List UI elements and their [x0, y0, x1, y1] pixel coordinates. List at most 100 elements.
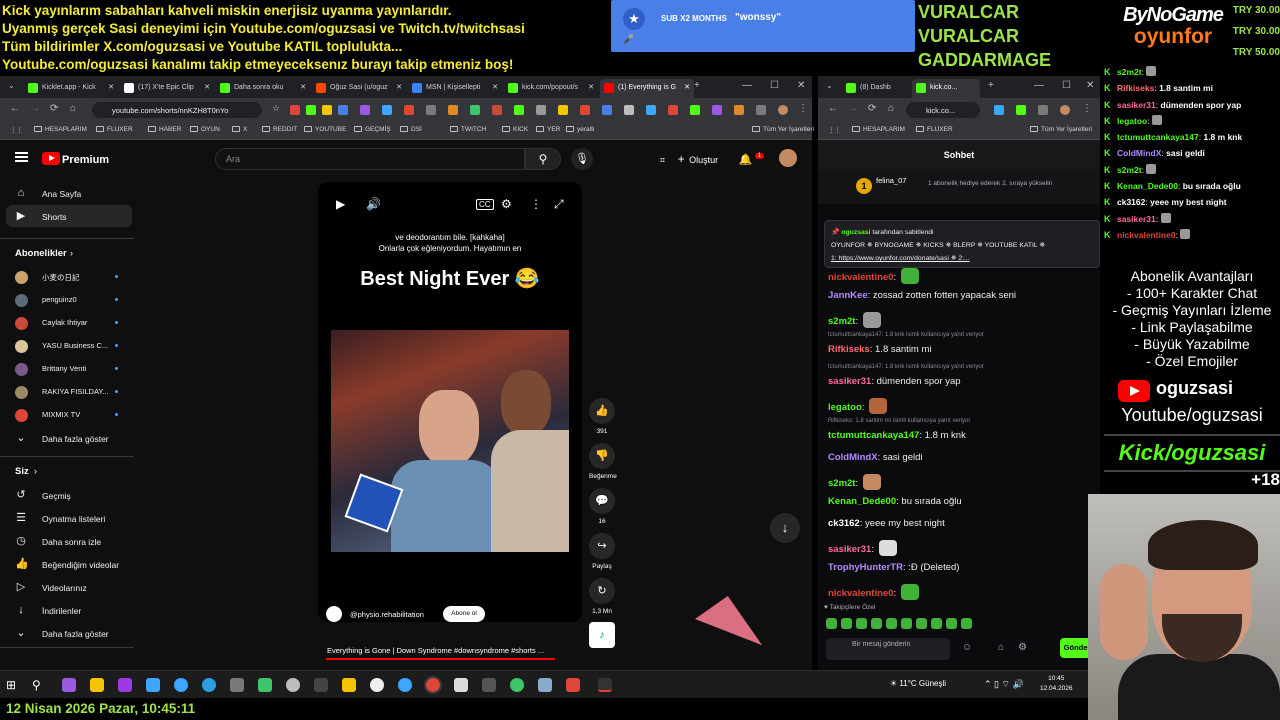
- home-icon[interactable]: ⌂: [70, 103, 76, 114]
- extension-icon[interactable]: [404, 105, 414, 115]
- create-button[interactable]: Oluştur: [689, 155, 718, 165]
- profile-avatar-icon[interactable]: [778, 105, 788, 115]
- extension-icon[interactable]: [734, 105, 744, 115]
- chat-username[interactable]: JannKee: [828, 290, 868, 301]
- app-icon[interactable]: [174, 678, 188, 692]
- like-button[interactable]: 👍 391: [589, 398, 615, 435]
- apps-grid-icon[interactable]: ⋮⋮: [828, 126, 841, 134]
- close-icon[interactable]: ✕: [1086, 80, 1094, 91]
- emote-icon[interactable]: [946, 618, 957, 629]
- tab-close-icon[interactable]: ✕: [492, 83, 498, 91]
- browser-tab[interactable]: Daha sonra oku ✕: [216, 79, 310, 98]
- extension-icon[interactable]: [690, 105, 700, 115]
- next-video-button[interactable]: ↓: [770, 513, 800, 543]
- bookmark-item[interactable]: TWITCH: [450, 126, 486, 133]
- settings-gear-icon[interactable]: ⚙: [501, 197, 512, 211]
- forward-icon[interactable]: →: [30, 103, 40, 114]
- emote-icon[interactable]: [841, 618, 852, 629]
- extension-icon[interactable]: [558, 105, 568, 115]
- plus-icon[interactable]: +: [678, 152, 685, 166]
- maximize-icon[interactable]: ☐: [770, 80, 779, 91]
- app-icon[interactable]: [258, 678, 272, 692]
- extension-icon[interactable]: [624, 105, 634, 115]
- more-options-icon[interactable]: ⋮: [530, 197, 542, 211]
- bookmark-item[interactable]: FLUXER: [96, 126, 133, 133]
- tab-kick[interactable]: kick.co...: [912, 79, 980, 98]
- sidebar-you-item[interactable]: ◷ Daha sonra izle: [0, 530, 126, 552]
- search-input[interactable]: Ara: [215, 148, 525, 170]
- fullscreen-icon[interactable]: ⤢: [554, 197, 564, 212]
- bookmark-item[interactable]: YOUTUBE: [304, 126, 346, 133]
- pinned-link[interactable]: 1: https://www.oyunfor.com/donate/sasi ✵…: [831, 252, 1093, 265]
- bookmark-item[interactable]: HABER: [148, 126, 181, 133]
- bookmark-item[interactable]: GEÇMİŞ: [354, 126, 391, 133]
- chat-message[interactable]: ColdMindX: sasi geldi: [828, 452, 923, 463]
- forward-icon[interactable]: →: [848, 103, 858, 114]
- chat-username[interactable]: ck3162: [828, 518, 860, 529]
- sidebar-channel[interactable]: MIXMIX TV: [0, 404, 126, 426]
- extension-icon[interactable]: [360, 105, 370, 115]
- youtube-logo[interactable]: Premium: [42, 152, 109, 166]
- extension-icon[interactable]: [322, 105, 332, 115]
- app-icon[interactable]: [314, 678, 328, 692]
- extension-icon[interactable]: [712, 105, 722, 115]
- extension-icon[interactable]: [756, 105, 766, 115]
- chat-message[interactable]: nickvalentine0:: [828, 584, 919, 600]
- obs-icon[interactable]: [598, 678, 612, 692]
- chat-username[interactable]: s2m2t: [828, 478, 855, 489]
- sidebar-channel[interactable]: 小麦の日記: [0, 266, 126, 288]
- show-more-button[interactable]: ⌄ Daha fazla göster: [0, 427, 126, 449]
- url-field[interactable]: kick.co...: [906, 102, 980, 118]
- chat-username[interactable]: legatoo: [828, 402, 862, 413]
- chat-username[interactable]: sasiker31: [828, 544, 871, 555]
- extension-icon[interactable]: [668, 105, 678, 115]
- short-title[interactable]: Everything is Gone | Down Syndrome #down…: [327, 646, 577, 655]
- menu-dots-icon[interactable]: ⋮: [798, 103, 808, 114]
- browser-tab[interactable]: kick.com/popout/s ✕: [504, 79, 598, 98]
- emote-icon[interactable]: [886, 618, 897, 629]
- chat-message[interactable]: s2m2t:: [828, 474, 881, 490]
- sidebar-you-item[interactable]: 👍 Beğendiğim videolar: [0, 553, 126, 575]
- bookmark-item[interactable]: HESAPLARIM: [34, 126, 87, 133]
- chat-username[interactable]: nickvalentine0: [828, 272, 893, 283]
- chat-message[interactable]: ck3162: yeee my best night: [828, 518, 945, 529]
- short-progress-bar[interactable]: [326, 658, 555, 660]
- short-player[interactable]: ▶ 🔊 CC ⚙ ⋮ ⤢ ve deodorantım bile. [kahka…: [318, 182, 582, 622]
- chat-username[interactable]: Rifkiseks: [828, 344, 870, 355]
- extension-icon[interactable]: [338, 105, 348, 115]
- edge-icon[interactable]: [202, 678, 216, 692]
- reload-icon[interactable]: ⟳: [50, 103, 58, 114]
- bookmark-item[interactable]: KICK: [502, 126, 528, 133]
- chat-message[interactable]: nickvalentine0:: [828, 268, 919, 284]
- back-icon[interactable]: ←: [10, 103, 20, 114]
- new-tab-icon[interactable]: +: [694, 80, 700, 91]
- channel-avatar[interactable]: [326, 606, 342, 622]
- sidebar-channel[interactable]: penguinz0: [0, 289, 126, 311]
- browser-tab[interactable]: (1) Everything is G ✕: [600, 79, 694, 98]
- sidebar-channel[interactable]: YASU Business C...: [0, 335, 126, 357]
- onenote-icon[interactable]: [118, 678, 132, 692]
- tab-close-icon[interactable]: ✕: [108, 83, 114, 91]
- close-icon[interactable]: ✕: [797, 80, 805, 91]
- captions-icon[interactable]: CC: [476, 199, 494, 210]
- back-icon[interactable]: ←: [828, 103, 838, 114]
- chat-message[interactable]: JannKee: zossad zotten fotten yapacak se…: [828, 290, 1016, 301]
- app-icon[interactable]: [398, 678, 412, 692]
- chat-username[interactable]: Kenan_Dede00: [828, 496, 896, 507]
- chat-username[interactable]: sasiker31: [828, 376, 871, 387]
- tab-close-icon[interactable]: ✕: [684, 83, 690, 91]
- camera-icon[interactable]: [230, 678, 244, 692]
- menu-icon[interactable]: [15, 152, 28, 162]
- emote-icon[interactable]: [901, 618, 912, 629]
- sidebar-item-shorts[interactable]: ▶ Shorts: [6, 205, 132, 227]
- file-explorer-icon[interactable]: [90, 678, 104, 692]
- extension-icon[interactable]: [470, 105, 480, 115]
- reload-icon[interactable]: ⟳: [868, 103, 876, 114]
- emote-icon[interactable]: [931, 618, 942, 629]
- cast-icon[interactable]: ⌗: [660, 155, 665, 165]
- emote-icon[interactable]: [916, 618, 927, 629]
- app-icon[interactable]: [62, 678, 76, 692]
- app-icon[interactable]: [146, 678, 160, 692]
- emoji-icon[interactable]: ☺: [962, 642, 972, 653]
- sidebar-you-item[interactable]: ☰ Oynatma listeleri: [0, 507, 126, 529]
